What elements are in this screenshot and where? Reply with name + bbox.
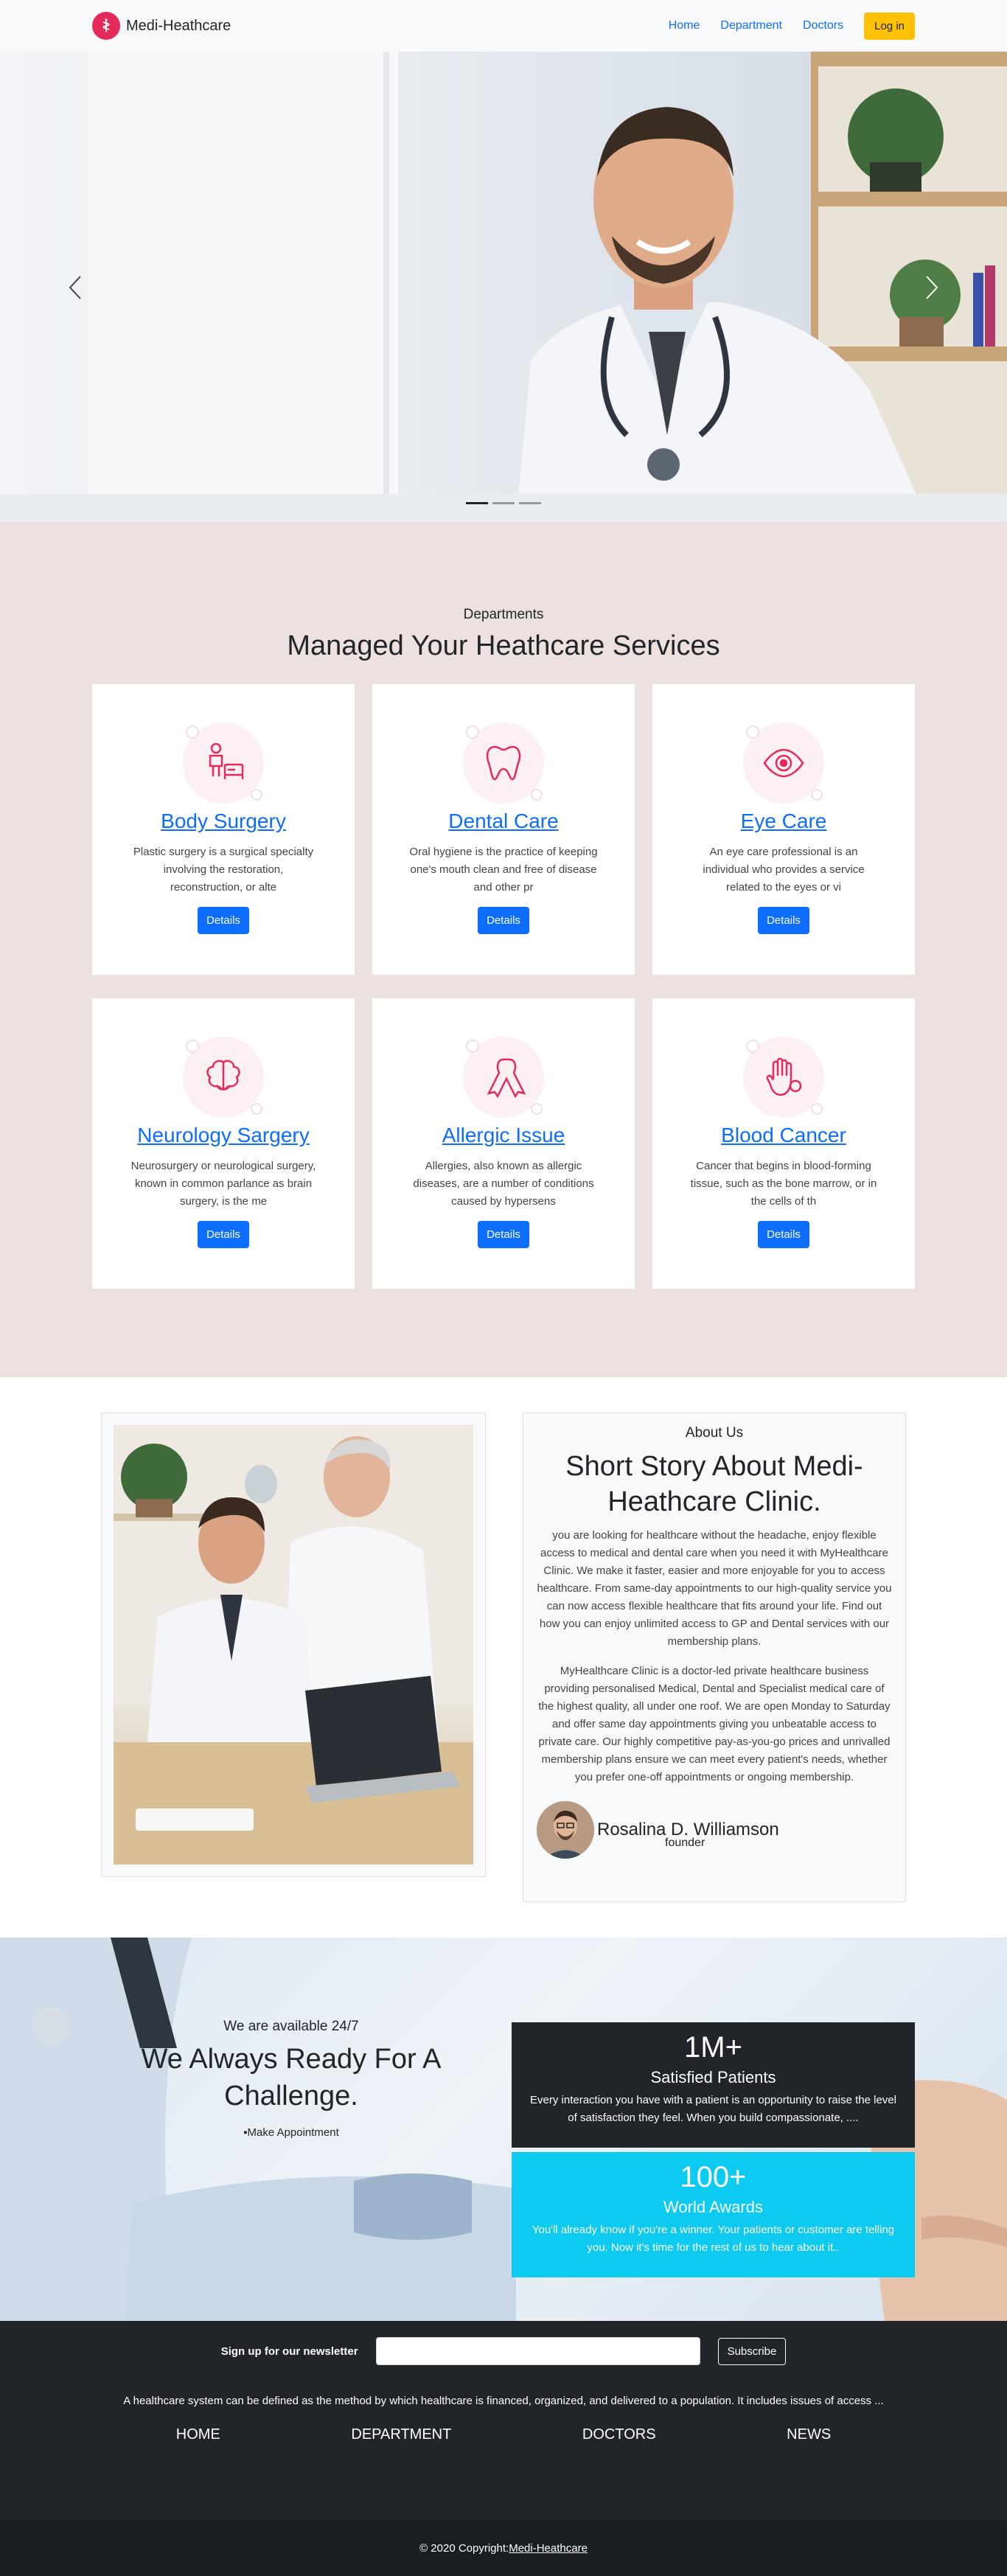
departments-title: Managed Your Heathcare Services (287, 630, 720, 661)
details-button[interactable]: Details (478, 907, 529, 934)
nav-doctors-link[interactable]: Doctors (803, 19, 843, 32)
departments-kicker: Departments (463, 607, 544, 622)
copyright-bar: © 2020 Copyright: Medi-Heathcare (0, 2520, 1007, 2576)
newsletter-label: Sign up for our newsletter (220, 2344, 358, 2358)
dept-name-link[interactable]: Blood Cancer (688, 1124, 879, 1147)
footer: Sign up for our newsletter Subscribe A h… (0, 2321, 1007, 2520)
carousel-indicator-1[interactable] (466, 502, 488, 504)
hero-doctor-image (0, 52, 1007, 522)
tooth-icon (463, 723, 544, 804)
navbar: Medi-Heathcare Home Department Doctors L… (0, 0, 1007, 52)
carousel-next-icon[interactable] (917, 265, 947, 310)
surgery-bed-icon (183, 723, 264, 804)
dept-description: Allergies, also known as allergic diseas… (413, 1160, 594, 1208)
dept-card-allergic-issue: Allergic Issue Allergies, also known as … (372, 998, 635, 1289)
avatar (537, 1801, 594, 1859)
dept-card-eye-care: Eye Care An eye care professional is an … (652, 684, 915, 975)
dept-description: An eye care professional is an individua… (703, 846, 865, 894)
dept-name-link[interactable]: Dental Care (408, 810, 599, 833)
dept-description: Oral hygiene is the practice of keeping … (409, 846, 598, 894)
about-text-card: About Us Short Story About Medi-Heathcar… (523, 1413, 906, 1902)
dept-card-neurology: Neurology Sargery Neurosurgery or neurol… (92, 998, 355, 1289)
stat-description: Every interaction you have with a patien… (530, 2094, 896, 2124)
details-button[interactable]: Details (478, 1221, 529, 1248)
dept-card-dental-care: Dental Care Oral hygiene is the practice… (372, 684, 635, 975)
nav-department-link[interactable]: Department (720, 19, 782, 32)
departments-grid: Body Surgery Plastic surgery is a surgic… (92, 684, 915, 1289)
dept-description: Cancer that begins in blood-forming tiss… (690, 1160, 877, 1208)
newsletter-form: Sign up for our newsletter Subscribe (0, 2337, 1007, 2365)
carousel-indicators (466, 502, 541, 504)
about-paragraph-2: MyHealthcare Clinic is a doctor-led priv… (538, 1665, 891, 1783)
dept-name-link[interactable]: Allergic Issue (408, 1124, 599, 1147)
caduceus-logo-icon (92, 12, 120, 40)
login-button[interactable]: Log in (864, 12, 915, 40)
available-title: We Always Ready For A Challenge. (141, 2044, 442, 2112)
departments-section: Departments Managed Your Heathcare Servi… (0, 522, 1007, 1377)
subscribe-button[interactable]: Subscribe (717, 2337, 787, 2365)
details-button[interactable]: Details (758, 1221, 809, 1248)
newsletter-email-input[interactable] (375, 2337, 700, 2365)
footer-department-link[interactable]: DEPARTMENT (351, 2426, 451, 2443)
stat-label: Satisfied Patients (650, 2068, 776, 2086)
brain-icon (183, 1037, 264, 1118)
stat-number: 1M+ (684, 2031, 742, 2064)
copyright-link[interactable]: Medi-Heathcare (509, 2542, 588, 2555)
details-button[interactable]: Details (758, 907, 809, 934)
available-kicker: We are available 24/7 (223, 2019, 359, 2034)
make-appointment-link[interactable]: ▪Make Appointment (243, 2126, 339, 2139)
footer-description: A healthcare system can be defined as th… (123, 2395, 884, 2407)
dept-description: Plastic surgery is a surgical specialty … (133, 846, 314, 894)
make-appointment-label: Make Appointment (247, 2126, 339, 2139)
about-paragraph-1: you are looking for healthcare without t… (537, 1529, 892, 1648)
about-image-card (101, 1413, 486, 1877)
stat-number: 100+ (680, 2161, 747, 2193)
brand-name: Medi-Heathcare (126, 17, 231, 34)
hero-carousel (0, 52, 1007, 522)
carousel-indicator-2[interactable] (492, 502, 515, 504)
about-kicker: About Us (685, 1425, 744, 1441)
stat-satisfied-patients: 1M+ Satisfied Patients Every interaction… (512, 2022, 915, 2148)
copyright-text: © 2020 Copyright: (419, 2541, 509, 2555)
eye-icon (743, 723, 824, 804)
footer-news-link[interactable]: NEWS (787, 2426, 831, 2443)
dept-description: Neurosurgery or neurological surgery, kn… (130, 1160, 316, 1208)
carousel-prev-icon[interactable] (60, 265, 90, 310)
details-button[interactable]: Details (198, 1221, 249, 1248)
founder-block: Rosalina D. Williamson (537, 1801, 892, 1859)
footer-doctors-link[interactable]: DOCTORS (582, 2426, 656, 2443)
about-title: Short Story About Medi-Heathcare Clinic. (565, 1451, 863, 1517)
doctors-at-laptop-image (114, 1425, 473, 1865)
stat-description: You'll already know if you're a winner. … (532, 2224, 895, 2254)
stat-label: World Awards (663, 2198, 763, 2216)
footer-home-link[interactable]: HOME (176, 2426, 220, 2443)
stat-world-awards: 100+ World Awards You'll already know if… (512, 2152, 915, 2277)
dept-name-link[interactable]: Neurology Sargery (128, 1124, 319, 1147)
dept-name-link[interactable]: Body Surgery (128, 810, 319, 833)
footer-nav: HOME DEPARTMENT DOCTORS NEWS (0, 2426, 1007, 2443)
dept-card-blood-cancer: Blood Cancer Cancer that begins in blood… (652, 998, 915, 1289)
ribbon-icon (463, 1037, 544, 1118)
available-section: We are available 24/7 We Always Ready Fo… (0, 1938, 1007, 2321)
hand-virus-icon (743, 1037, 824, 1118)
brand[interactable]: Medi-Heathcare (92, 12, 231, 40)
carousel-indicator-3[interactable] (519, 502, 541, 504)
dept-card-body-surgery: Body Surgery Plastic surgery is a surgic… (92, 684, 355, 975)
details-button[interactable]: Details (198, 907, 249, 934)
dept-name-link[interactable]: Eye Care (688, 810, 879, 833)
about-section: About Us Short Story About Medi-Heathcar… (0, 1377, 1007, 1938)
nav-home-link[interactable]: Home (669, 19, 700, 32)
